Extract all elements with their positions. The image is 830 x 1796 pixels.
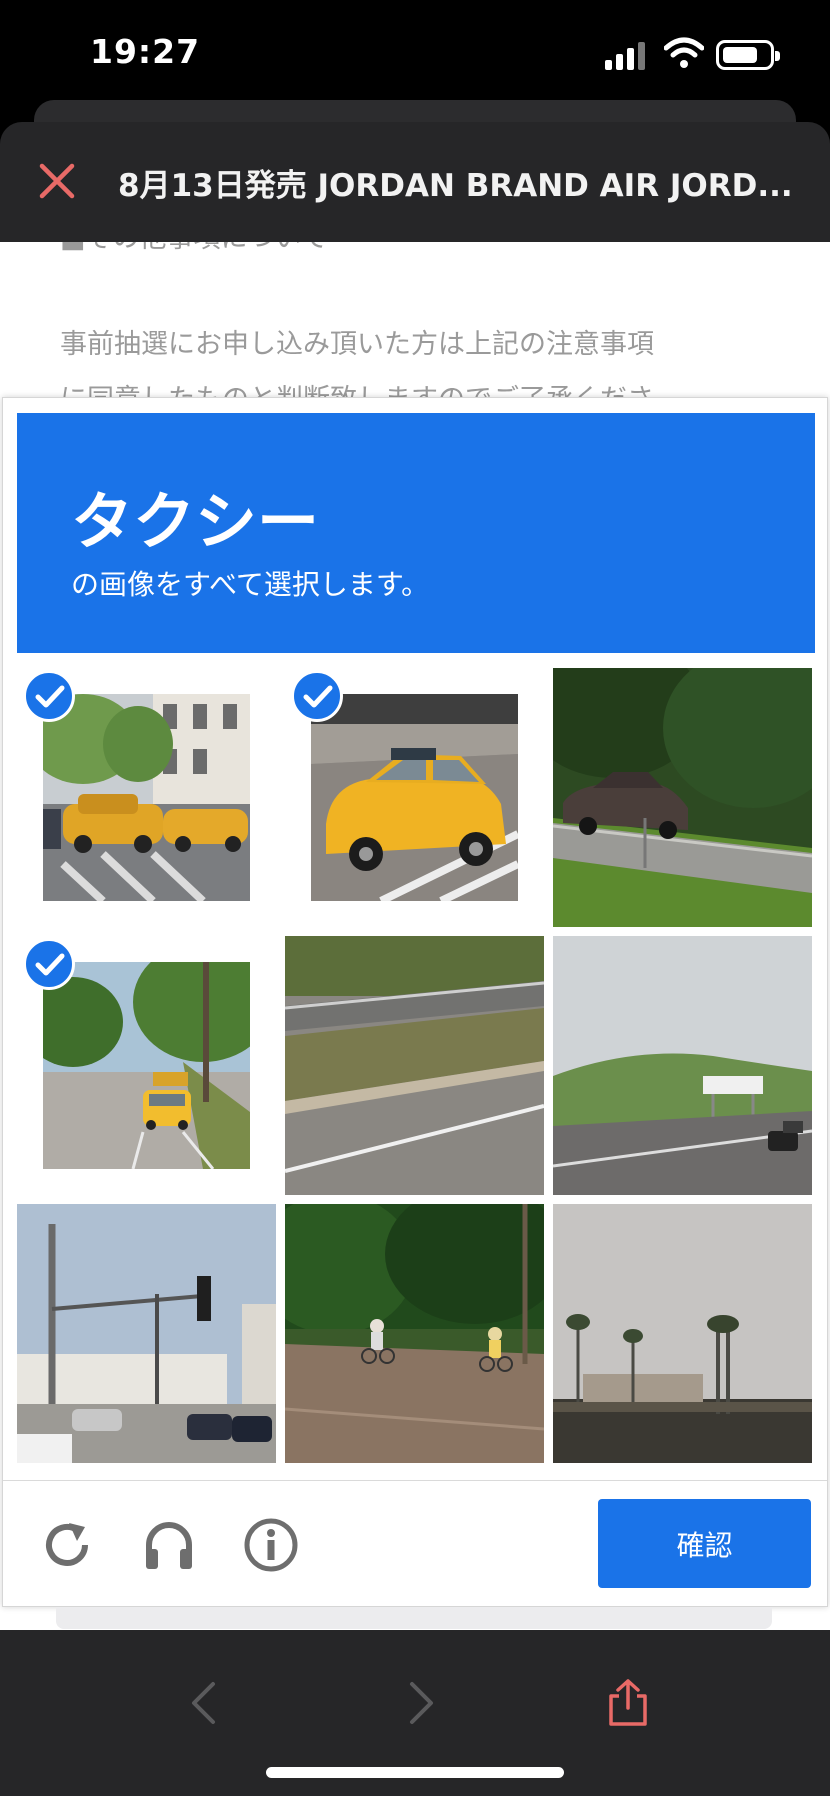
- home-indicator: [266, 1767, 564, 1778]
- page-title: 8月13日発売 JORDAN BRAND AIR JORD...: [118, 168, 793, 204]
- captcha-instruction: の画像をすべて選択します。: [71, 568, 430, 601]
- headphones-icon[interactable]: [141, 1517, 197, 1573]
- cellular-signal-icon: [605, 40, 647, 70]
- captcha-tile-7[interactable]: [17, 1204, 276, 1463]
- captcha-tile-9[interactable]: [553, 1204, 812, 1463]
- captcha-tile-8[interactable]: [285, 1204, 544, 1463]
- suv-highway-image: [553, 668, 812, 927]
- battery-icon: [716, 40, 780, 70]
- taxi-tree-road-image: [43, 962, 250, 1169]
- palm-trees-image: [553, 1204, 812, 1463]
- captcha-tile-1[interactable]: [17, 668, 276, 927]
- chevron-left-icon[interactable]: [180, 1678, 230, 1728]
- status-time: 19:27: [90, 32, 201, 71]
- tile-selected-check-icon: [291, 670, 343, 722]
- cyclists-image: [285, 1204, 544, 1463]
- content-edge: [56, 1607, 772, 1629]
- tile-selected-check-icon: [23, 670, 75, 722]
- captcha-footer: 確認: [3, 1480, 827, 1606]
- captcha-tile-6[interactable]: [553, 936, 812, 1195]
- sheet-header: 8月13日発売 JORDAN BRAND AIR JORD...: [0, 122, 830, 242]
- close-icon[interactable]: [34, 158, 80, 204]
- recaptcha-challenge: タクシー の画像をすべて選択します。 確認: [2, 397, 828, 1607]
- empty-road-image: [285, 936, 544, 1195]
- streetlights-image: [17, 1204, 276, 1463]
- tile-selected-check-icon: [23, 938, 75, 990]
- captcha-target-word: タクシー: [71, 485, 320, 558]
- taxi-closeup-image: [311, 694, 518, 901]
- reload-icon[interactable]: [39, 1517, 95, 1573]
- captcha-tile-5[interactable]: [285, 936, 544, 1195]
- paragraph-line-1: 事前抽選にお申し込み頂いた方は上記の注意事項: [60, 329, 654, 360]
- captcha-tile-4[interactable]: [17, 936, 276, 1195]
- captcha-tile-3[interactable]: [553, 668, 812, 927]
- highway-hills-image: [553, 936, 812, 1195]
- partial-heading: ■その他事項について: [60, 242, 328, 255]
- share-icon[interactable]: [603, 1678, 653, 1728]
- chevron-right-icon[interactable]: [395, 1678, 445, 1728]
- wifi-icon: [664, 37, 704, 68]
- captcha-tile-2[interactable]: [285, 668, 544, 927]
- info-icon[interactable]: [243, 1517, 299, 1573]
- status-bar: 19:27: [0, 0, 830, 110]
- captcha-header: タクシー の画像をすべて選択します。: [17, 413, 815, 653]
- verify-button[interactable]: 確認: [598, 1499, 811, 1588]
- taxis-intersection-image: [43, 694, 250, 901]
